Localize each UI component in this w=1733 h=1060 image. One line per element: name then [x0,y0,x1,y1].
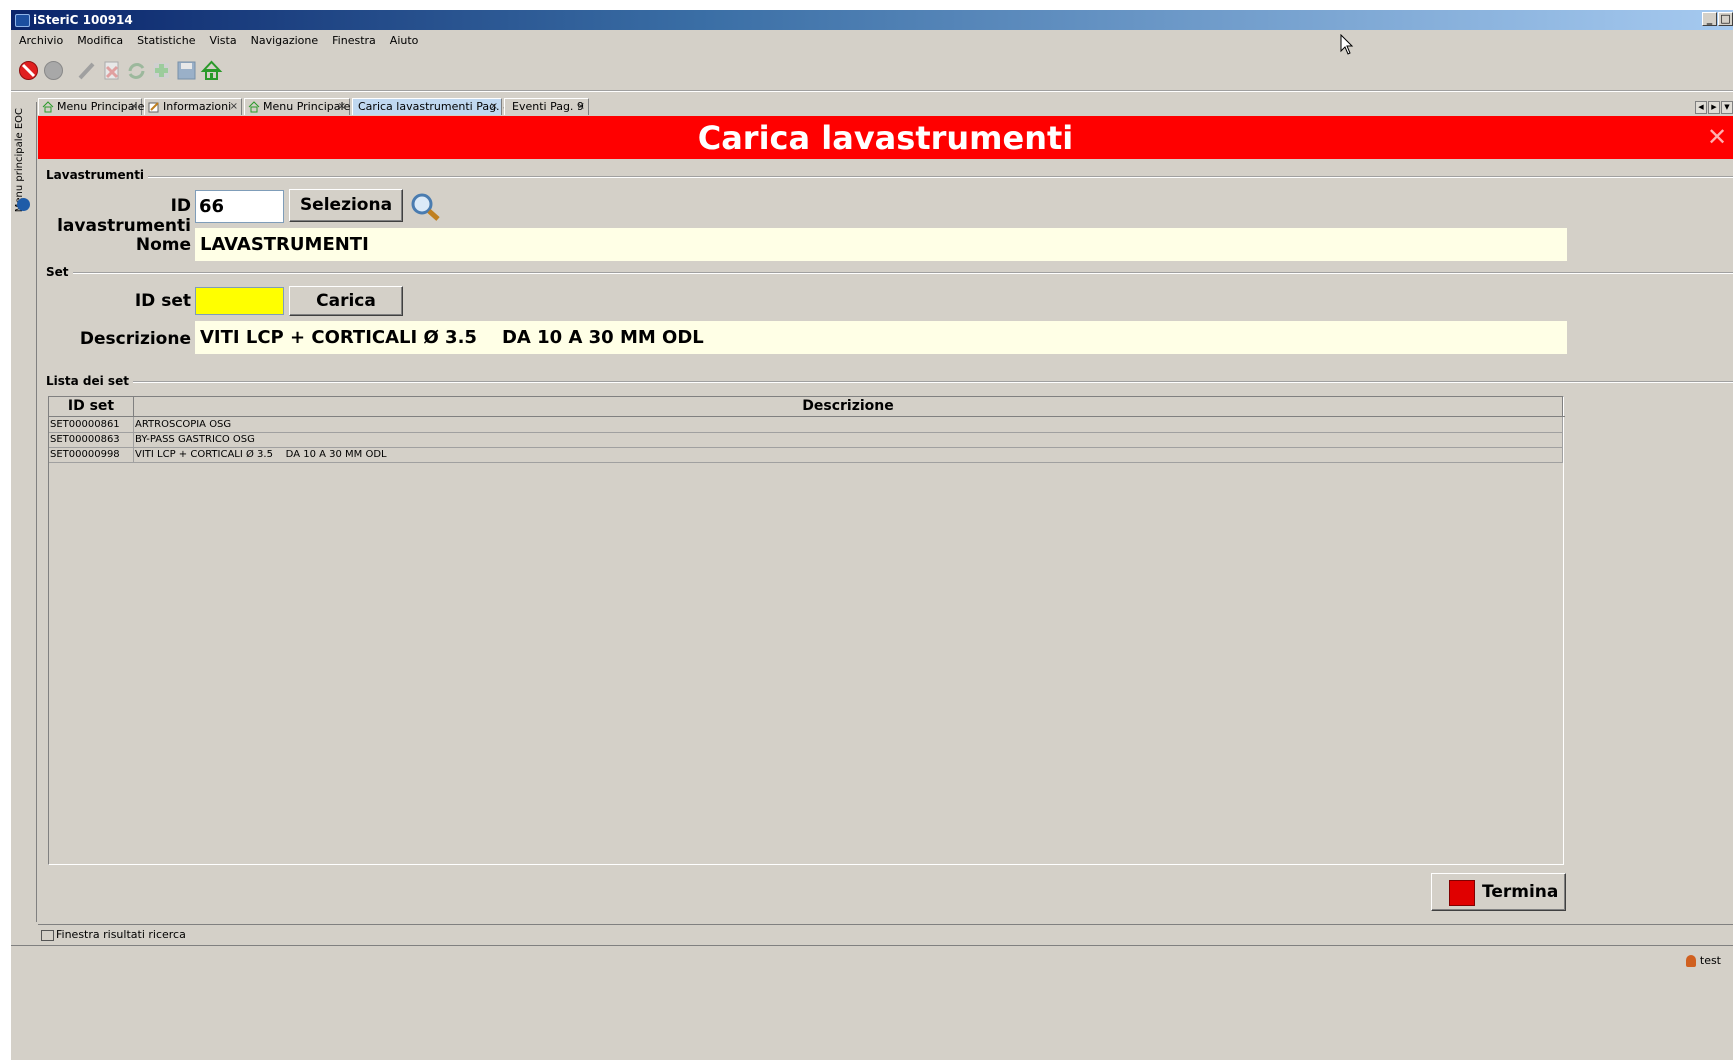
main-panel: Carica lavastrumenti ✕ Lavastrumenti ID … [38,116,1733,924]
group-lavastrumenti-label: Lavastrumenti [46,168,149,182]
group-divider [128,176,1733,178]
group-set-label: Set [46,265,73,279]
termina-button[interactable]: Termina [1431,873,1566,911]
carica-button[interactable]: Carica [289,286,403,316]
descrizione-value: VITI LCP + CORTICALI Ø 3.5 DA 10 A 30 MM… [195,321,1567,354]
home-icon[interactable] [200,59,223,82]
menu-statistiche[interactable]: Statistiche [129,34,201,47]
tab-eventi[interactable]: Eventi Pag. 9 × [504,98,589,115]
stack-icon [41,929,54,941]
status-bar-divider [11,945,1733,946]
results-window-tab[interactable]: Finestra risultati ricerca [41,928,186,941]
tab-close-icon[interactable]: × [130,99,138,115]
cell-descrizione: ARTROSCOPIA OSG [134,417,1563,432]
add-icon[interactable] [150,59,173,82]
status-user: test [1685,954,1721,967]
column-header-descrizione[interactable]: Descrizione [134,397,1563,416]
close-icon[interactable]: ✕ [1707,122,1733,152]
descrizione-label: Descrizione [79,329,191,349]
menu-navigazione[interactable]: Navigazione [243,34,325,47]
menu-modifica[interactable]: Modifica [69,34,129,47]
id-lavastrumenti-field[interactable]: 66 [195,190,284,223]
side-panel-strip [11,102,37,922]
window-title: iSteriC 100914 [33,13,133,27]
status-divider [38,924,1733,925]
tab-list-icon[interactable]: ▼ [1721,101,1733,114]
tab-informazioni[interactable]: Informazioni × [144,98,242,115]
app-window: iSteriC 100914 _ □ Archivio Modifica Sta… [11,10,1733,1060]
minimize-button[interactable]: _ [1702,12,1717,26]
tab-navigation: ◀ ▶ ▼ [1695,101,1733,114]
user-icon [1685,955,1696,967]
window-controls: _ □ [1702,12,1733,26]
group-divider [72,272,1733,274]
tab-carica-lavastrumenti[interactable]: Carica lavastrumenti Pag. 8 × [352,98,510,115]
group-lista-label: Lista dei set [46,374,133,388]
table-header: ID set Descrizione [49,397,1565,417]
set-table[interactable]: ID set Descrizione SET00000861 ARTROSCOP… [48,396,1565,865]
cell-id-set: SET00000863 [49,432,134,447]
maximize-button[interactable]: □ [1718,12,1733,26]
page-title: Carica lavastrumenti [697,119,1074,157]
id-set-field[interactable] [195,287,284,315]
mouse-cursor-icon [1340,33,1354,59]
tab-close-icon[interactable]: × [577,99,585,115]
nome-label: Nome [135,235,191,255]
id-set-label: ID set [134,291,191,311]
save-icon[interactable] [175,59,198,82]
table-row[interactable]: SET00000998 VITI LCP + CORTICALI Ø 3.5 D… [49,447,1563,463]
side-panel-tab[interactable]: Menu principale EOC [14,108,25,212]
stop-icon[interactable] [17,59,40,82]
title-bar: iSteriC 100914 _ □ [11,10,1733,30]
seleziona-button[interactable]: Seleziona [289,189,403,222]
cell-descrizione: VITI LCP + CORTICALI Ø 3.5 DA 10 A 30 MM… [134,447,1563,462]
tab-scroll-left-icon[interactable]: ◀ [1695,101,1707,114]
menu-aiuto[interactable]: Aiuto [382,34,425,47]
table-row[interactable]: SET00000863 BY-PASS GASTRICO OSG [49,432,1563,448]
tab-menu-principale-2[interactable]: Menu Principale × [244,98,350,115]
delete-icon[interactable] [100,59,123,82]
nome-value: LAVASTRUMENTI [195,228,1567,261]
cancel-icon[interactable] [42,59,65,82]
cell-descrizione: BY-PASS GASTRICO OSG [134,432,1563,447]
menu-bar: Archivio Modifica Statistiche Vista Navi… [11,30,1733,50]
cell-id-set: SET00000998 [49,447,134,462]
tab-bar: Menu Principale × Informazioni × Menu Pr… [38,98,1733,117]
refresh-icon[interactable] [125,59,148,82]
toolbar [17,54,223,86]
tab-scroll-right-icon[interactable]: ▶ [1708,101,1720,114]
home-icon [248,101,260,113]
menu-vista[interactable]: Vista [201,34,242,47]
id-lavastrumenti-label: ID lavastrumenti [57,196,191,236]
edit-icon[interactable] [75,59,98,82]
cell-id-set: SET00000861 [49,417,134,432]
termina-label: Termina [1482,882,1559,902]
column-header-id-set[interactable]: ID set [49,397,134,416]
group-divider [124,381,1733,383]
toolbar-separator [11,90,1733,92]
tab-close-icon[interactable]: × [230,99,238,115]
menu-archivio[interactable]: Archivio [11,34,69,47]
tab-menu-principale-1[interactable]: Menu Principale × [38,98,144,115]
tab-close-icon[interactable]: × [490,99,498,115]
notepad-icon [148,102,159,113]
app-icon [15,14,30,27]
tab-close-icon[interactable]: × [338,99,346,115]
stop-square-icon [1449,880,1475,906]
eoc-logo-icon [17,198,30,211]
menu-finestra[interactable]: Finestra [324,34,382,47]
table-row[interactable]: SET00000861 ARTROSCOPIA OSG [49,417,1563,433]
home-icon [42,101,54,113]
search-icon[interactable] [409,192,443,222]
page-header: Carica lavastrumenti ✕ [38,116,1733,159]
